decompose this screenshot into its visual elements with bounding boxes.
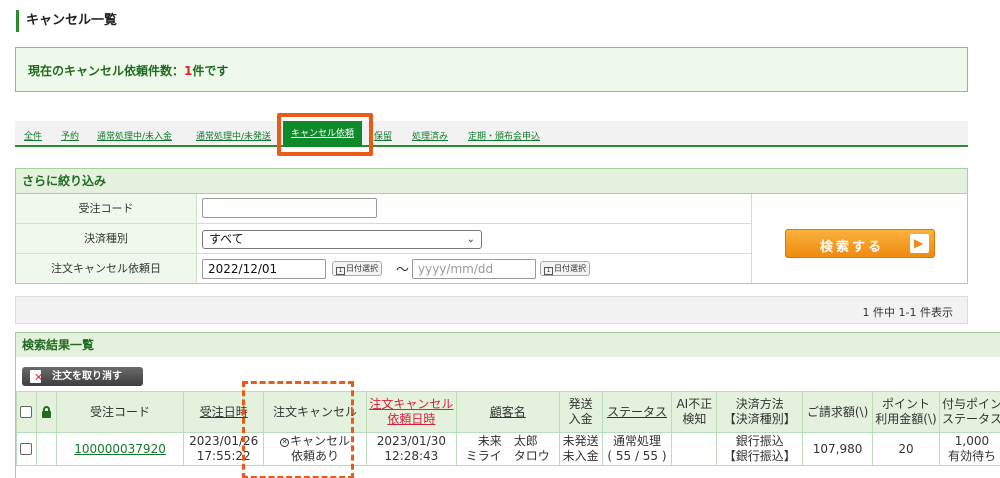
order-code-label: 受注コード [16, 194, 197, 223]
header-points-used: ポイント 利用金額(\) [872, 391, 940, 433]
header-payment-method: 決済方法 【決済種別】 [716, 391, 804, 433]
customer-cell: 未来 太郎 ミライ タロウ [455, 432, 560, 466]
filter-row-cancel-date: 注文キャンセル依頼日 2022/12/01 1 日付選択 〜 yyyy/mm/dd… [16, 254, 751, 284]
header-customer-name[interactable]: 顧客名 [455, 391, 560, 433]
row-checkbox[interactable] [20, 443, 33, 455]
row-checkbox-cell [16, 432, 37, 466]
cancel-datetime-cell: 2023/01/30 12:28:43 [365, 432, 457, 466]
document-icon: ✕ [30, 370, 43, 383]
tab-on-hold[interactable]: 保留 [374, 129, 392, 142]
row-lock-cell [35, 432, 57, 466]
order-code-link[interactable]: 100000037920 [74, 442, 166, 456]
select-all-header [16, 391, 37, 433]
result-count-bar: 1 件中 1-1 件表示 [15, 296, 968, 324]
select-all-checkbox[interactable] [20, 406, 33, 418]
summary-suffix: 件です [192, 64, 229, 78]
payment-type-select[interactable]: すべて ⌄ [202, 230, 482, 249]
tab-all[interactable]: 全件 [24, 129, 42, 142]
date-pick-label: 日付選択 [554, 264, 586, 273]
date-pick-label: 日付選択 [346, 264, 378, 273]
arrow-right-icon: ▶ [910, 234, 929, 253]
search-button-label: 検索する [820, 240, 885, 255]
cancel-circle-icon: ✕ [280, 438, 290, 447]
order-code-input[interactable] [202, 198, 377, 218]
lock-icon [41, 406, 51, 418]
lock-header [35, 391, 57, 433]
filter-row-payment: 決済種別 すべて ⌄ [16, 224, 751, 254]
payment-method-cell: 銀行振込 【銀行振込】 [716, 432, 804, 466]
header-order-datetime[interactable]: 受注日時 [183, 391, 265, 433]
search-button[interactable]: 検索する ▶ [785, 229, 935, 258]
header-status[interactable]: ステータス [601, 391, 673, 433]
results-table: 受注コード 受注日時 注文キャンセル 注文キャンセル 依頼日時 顧客名 発送 入金 … [16, 391, 1000, 466]
calendar-icon: 1 [336, 267, 345, 275]
filter-panel: さらに絞り込み 受注コード 決済種別 すべて ⌄ 注文キャンセル依頼日 2022… [15, 168, 968, 284]
header-granted-points: 付与ポイン ステータス [938, 391, 1000, 433]
cancel-request-badge: ✕ キャンセル 依頼あり [263, 432, 367, 466]
tab-cancel-request[interactable]: キャンセル依頼 [283, 121, 363, 147]
ai-fraud-cell [671, 432, 718, 466]
page-title: キャンセル一覧 [16, 10, 117, 32]
granted-points-cell: 1,000 有効待ち [938, 432, 1000, 466]
points-used-cell: 20 [872, 432, 940, 466]
header-billing-amount: ご請求額(\) [802, 391, 874, 433]
search-cell: 検索する ▶ [751, 194, 967, 283]
table-row: 100000037920 2023/01/26 17:55:22 ✕ キャンセル 依頼… [16, 432, 1000, 466]
shipping-cell: 未発送 未入金 [558, 432, 603, 466]
date-range-separator: 〜 [396, 263, 410, 278]
header-order-code: 受注コード [55, 391, 185, 433]
header-order-cancel: 注文キャンセル [263, 391, 367, 433]
payment-type-value: すべて [209, 232, 244, 246]
result-count: 1 件中 1-1 件表示 [862, 306, 953, 319]
tab-processed[interactable]: 処理済み [412, 129, 448, 142]
date-to-picker-button[interactable]: 1 日付選択 [540, 261, 590, 276]
payment-type-label: 決済種別 [16, 224, 197, 253]
calendar-icon: 1 [544, 267, 553, 275]
date-to-input[interactable]: yyyy/mm/dd [412, 259, 536, 279]
billing-amount-cell: 107,980 [802, 432, 874, 466]
tab-processing-unshipped[interactable]: 通常処理中/未発送 [196, 129, 271, 142]
table-header-row: 受注コード 受注日時 注文キャンセル 注文キャンセル 依頼日時 顧客名 発送 入金 … [16, 391, 1000, 433]
filter-title: さらに絞り込み [16, 169, 967, 194]
date-from-picker-button[interactable]: 1 日付選択 [332, 261, 382, 276]
summary-prefix: 現在のキャンセル依頼件数： [28, 64, 185, 78]
results-title: 検索結果一覧 [16, 333, 1000, 357]
header-shipping-payment: 発送 入金 [558, 391, 603, 433]
status-tabs: 全件 予約 通常処理中/未入金 通常処理中/未発送 キャンセル依頼 保留 処理済… [15, 121, 968, 147]
order-datetime-cell: 2023/01/26 17:55:22 [183, 432, 265, 466]
cancel-summary-box: 現在のキャンセル依頼件数：1件です [15, 47, 968, 92]
status-cell: 通常処理( 55 / 55 ) [601, 432, 673, 466]
date-from-input[interactable]: 2022/12/01 [202, 259, 326, 279]
order-code-cell: 100000037920 [55, 432, 185, 466]
cancel-order-label: 注文を取り消す [52, 371, 122, 382]
cancel-order-button[interactable]: ✕ 注文を取り消す [22, 367, 143, 386]
header-cancel-request-datetime[interactable]: 注文キャンセル 依頼日時 [365, 391, 457, 433]
header-ai-fraud: AI不正 検知 [671, 391, 718, 433]
tab-processing-unpaid[interactable]: 通常処理中/未入金 [97, 129, 172, 142]
tab-reserved[interactable]: 予約 [61, 129, 79, 142]
tab-subscription[interactable]: 定期・頒布会申込 [468, 129, 540, 142]
cancel-summary-text: 現在のキャンセル依頼件数：1件です [28, 62, 228, 79]
cancel-date-label: 注文キャンセル依頼日 [16, 254, 197, 283]
filter-row-order-code: 受注コード [16, 194, 751, 224]
results-panel: 検索結果一覧 ✕ 注文を取り消す 受注コード 受注日時 注文キャンセル 注文キャ… [15, 332, 1000, 478]
chevron-down-icon: ⌄ [466, 234, 475, 245]
